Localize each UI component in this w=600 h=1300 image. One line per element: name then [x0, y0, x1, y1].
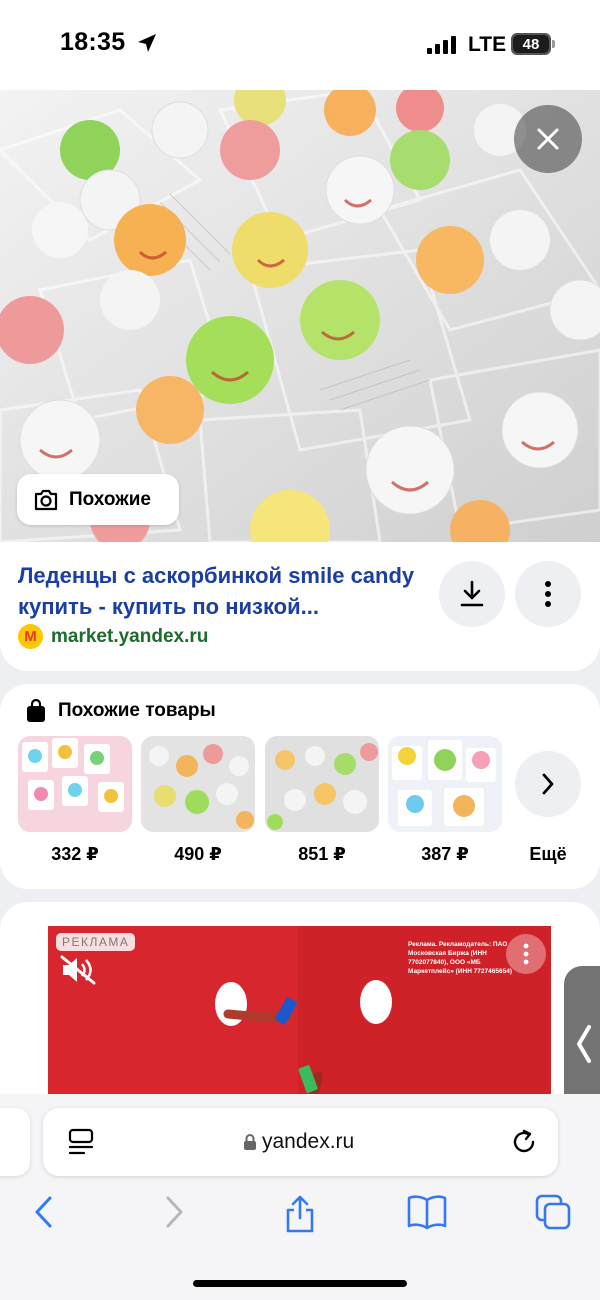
similar-button-label: Похожие — [69, 488, 151, 510]
page-menu-icon[interactable] — [68, 1128, 94, 1156]
more-products-button[interactable] — [515, 751, 581, 817]
product-thumbnail[interactable] — [388, 736, 502, 832]
yandex-market-logo-icon: M — [18, 624, 43, 649]
download-button[interactable] — [439, 561, 505, 627]
product-price: 332 ₽ — [51, 844, 99, 864]
status-time: 18:35 — [60, 28, 126, 56]
reload-icon[interactable] — [510, 1128, 538, 1156]
product-thumbnail[interactable] — [141, 736, 255, 832]
network-type: LTE — [468, 33, 507, 56]
share-icon[interactable] — [283, 1194, 317, 1234]
more-options-button[interactable] — [515, 561, 581, 627]
location-arrow-icon — [138, 34, 156, 52]
lock-icon — [244, 1134, 256, 1150]
similar-images-button[interactable]: Похожие — [17, 474, 179, 525]
more-products-label[interactable]: Ещё — [520, 844, 576, 865]
similar-products-title: Похожие товары — [58, 700, 216, 721]
ad-badge: РЕКЛАМА — [56, 933, 136, 951]
bookmarks-icon[interactable] — [407, 1194, 447, 1230]
previous-tab-preview[interactable] — [0, 1108, 30, 1176]
url-text[interactable]: yandex.ru — [262, 1130, 354, 1154]
ad-disclaimer: Реклама. Рекламодатель: ПАО Московская Б… — [408, 941, 513, 975]
home-indicator — [193, 1280, 407, 1287]
signal-icon — [427, 36, 456, 54]
product-price: 387 ₽ — [421, 844, 469, 864]
camera-icon — [34, 489, 58, 510]
battery-icon: 48 — [511, 33, 551, 55]
close-button[interactable] — [514, 105, 582, 173]
download-icon — [460, 580, 484, 607]
product-thumbnail[interactable] — [18, 736, 132, 832]
product-price: 490 ₽ — [174, 844, 222, 864]
chevron-right-icon — [542, 773, 554, 795]
battery-level: 48 — [522, 35, 540, 53]
more-vertical-icon — [545, 581, 551, 607]
more-vertical-icon — [523, 943, 529, 965]
tabs-icon[interactable] — [535, 1194, 573, 1232]
similar-products-header: Похожие товары — [26, 699, 216, 723]
product-price: 851 ₽ — [298, 844, 346, 864]
back-icon[interactable] — [30, 1194, 58, 1230]
source-link[interactable]: M market.yandex.ru — [18, 624, 208, 649]
forward-icon[interactable] — [160, 1194, 188, 1230]
ad-menu-button[interactable] — [506, 934, 546, 974]
close-icon — [537, 128, 559, 150]
product-thumbnail[interactable] — [265, 736, 379, 832]
mute-icon[interactable] — [60, 955, 96, 985]
result-title-link[interactable]: Леденцы с аскорбинкой smile candy купить… — [18, 560, 428, 622]
battery-tip — [552, 40, 555, 48]
source-domain: market.yandex.ru — [51, 625, 209, 647]
shopping-bag-icon — [27, 699, 45, 722]
chevron-left-icon — [577, 1025, 591, 1063]
